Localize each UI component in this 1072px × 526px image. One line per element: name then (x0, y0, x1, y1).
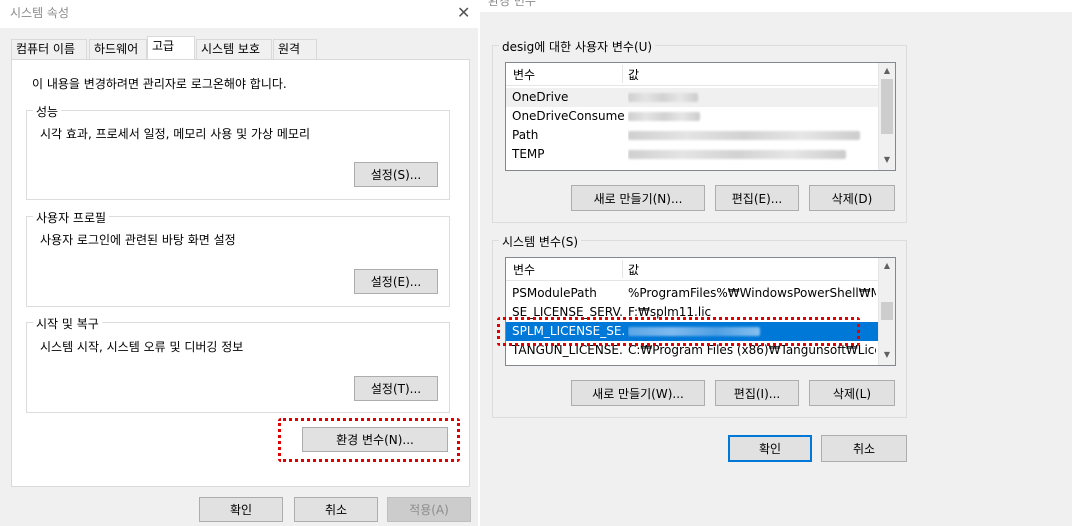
tab-advanced[interactable]: 고급 (147, 36, 195, 60)
button-label: 삭제(L) (832, 386, 872, 401)
button-label: 적용(A) (409, 503, 449, 517)
button-label: 취소 (324, 503, 348, 517)
variable-value (628, 109, 876, 123)
variable-name: OneDriveConsumer (512, 109, 624, 123)
button-label: 편집(E)... (731, 191, 783, 206)
column-header-variable[interactable]: 변수 (513, 261, 535, 278)
dialog-title: 시스템 속성 (10, 6, 70, 20)
user-profile-group: 사용자 프로필 사용자 로그인에 관련된 바탕 화면 설정 설정(E)... (26, 209, 450, 307)
user-variables-group: desig에 대한 사용자 변수(U) 변수 값 OneDrive OneDri… (492, 38, 907, 223)
user-new-button[interactable]: 새로 만들기(N)... (571, 185, 705, 211)
variable-value: %ProgramFiles%₩WindowsPowerShell₩Mo... (628, 286, 876, 300)
title-bar: 환경 변수 (480, 0, 1072, 12)
button-label: 설정(T)... (370, 382, 422, 396)
list-header: 변수 값 (506, 258, 895, 281)
list-item[interactable]: OneDriveConsumer (506, 107, 878, 126)
button-label: 새로 만들기(N)... (593, 191, 683, 206)
scroll-thumb[interactable] (881, 79, 893, 134)
scroll-up-icon[interactable]: ▲ (883, 67, 891, 75)
scroll-down-icon[interactable]: ▼ (883, 351, 891, 359)
tab-computer-name[interactable]: 컴퓨터 이름 (11, 39, 87, 60)
group-title: 시작 및 복구 (33, 315, 102, 332)
environment-variables-dialog: 환경 변수 desig에 대한 사용자 변수(U) 변수 값 OneDrive … (480, 0, 1072, 526)
tab-page: 이 내용을 변경하려면 관리자로 로그온해야 합니다. 성능 시각 효과, 프로… (11, 59, 470, 487)
user-delete-button[interactable]: 삭제(D) (809, 185, 895, 211)
user-variables-list[interactable]: 변수 값 OneDrive OneDriveConsumer Path TEMP (505, 62, 896, 171)
scroll-down-icon[interactable]: ▼ (883, 156, 891, 164)
variable-value (628, 147, 876, 161)
scroll-thumb[interactable] (881, 302, 893, 320)
scroll-up-icon[interactable]: ▲ (883, 262, 891, 270)
button-label: 설정(E)... (370, 275, 422, 289)
column-separator[interactable] (622, 65, 623, 83)
system-edit-button[interactable]: 편집(I)... (715, 380, 799, 406)
close-icon[interactable]: ✕ (457, 3, 470, 22)
group-title: desig에 대한 사용자 변수(U) (499, 38, 656, 55)
vertical-scrollbar[interactable]: ▲ ▼ (878, 63, 895, 170)
system-properties-dialog: 시스템 속성 ✕ 컴퓨터 이름 하드웨어 고급 시스템 보호 원격 이 내용을 … (0, 0, 478, 526)
ok-button[interactable]: 확인 (728, 435, 812, 462)
column-header-value[interactable]: 값 (628, 66, 639, 83)
tab-label: 고급 (152, 39, 175, 53)
system-delete-button[interactable]: 삭제(L) (809, 380, 895, 406)
dialog-title: 환경 변수 (488, 0, 536, 8)
group-title: 성능 (33, 103, 62, 120)
group-description: 사용자 로그인에 관련된 바탕 화면 설정 (40, 233, 236, 247)
cancel-button[interactable]: 취소 (821, 435, 907, 462)
group-description: 시각 효과, 프로세서 일정, 메모리 사용 및 가상 메모리 (40, 127, 310, 141)
tab-label: 컴퓨터 이름 (16, 42, 76, 56)
variable-name: TEMP (512, 147, 545, 161)
list-item[interactable]: PSModulePath %ProgramFiles%₩WindowsPower… (506, 284, 878, 303)
tab-system-protection[interactable]: 시스템 보호 (196, 39, 272, 60)
column-header-variable[interactable]: 변수 (513, 66, 535, 83)
apply-button[interactable]: 적용(A) (387, 497, 471, 522)
button-label: 취소 (852, 442, 876, 456)
tab-remote[interactable]: 원격 (273, 39, 317, 60)
performance-settings-button[interactable]: 설정(S)... (354, 162, 438, 187)
group-description: 시스템 시작, 시스템 오류 및 디버깅 정보 (40, 340, 244, 354)
tab-label: 원격 (278, 42, 301, 56)
variable-value (628, 90, 876, 104)
performance-group: 성능 시각 효과, 프로세서 일정, 메모리 사용 및 가상 메모리 설정(S)… (26, 103, 450, 200)
user-profile-settings-button[interactable]: 설정(E)... (354, 269, 438, 294)
title-bar: 시스템 속성 ✕ (0, 0, 478, 28)
button-label: 확인 (758, 442, 782, 456)
vertical-scrollbar[interactable]: ▲ ▼ (878, 258, 895, 365)
tab-hardware[interactable]: 하드웨어 (89, 39, 147, 60)
startup-settings-button[interactable]: 설정(T)... (354, 376, 438, 401)
highlight-box (278, 418, 460, 462)
variable-name: Path (512, 128, 539, 142)
system-variables-group: 시스템 변수(S) 변수 값 PSModulePath %ProgramFile… (492, 233, 907, 418)
button-label: 설정(S)... (370, 168, 422, 182)
variable-name: PSModulePath (512, 286, 597, 300)
button-label: 삭제(D) (831, 191, 873, 206)
variable-name: OneDrive (512, 90, 569, 104)
button-label: 확인 (229, 503, 253, 517)
column-separator[interactable] (622, 260, 623, 278)
user-edit-button[interactable]: 편집(E)... (715, 185, 799, 211)
column-header-value[interactable]: 값 (628, 261, 639, 278)
startup-recovery-group: 시작 및 복구 시스템 시작, 시스템 오류 및 디버깅 정보 설정(T)... (26, 315, 450, 413)
list-header: 변수 값 (506, 63, 895, 86)
variable-value (628, 128, 876, 142)
highlight-box (497, 317, 860, 346)
group-title: 시스템 변수(S) (499, 233, 581, 250)
cancel-button[interactable]: 취소 (294, 497, 378, 522)
system-new-button[interactable]: 새로 만들기(W)... (571, 380, 705, 406)
group-title: 사용자 프로필 (33, 209, 110, 226)
list-item[interactable]: TEMP (506, 145, 878, 164)
button-label: 편집(I)... (733, 386, 781, 401)
button-label: 새로 만들기(W)... (592, 386, 684, 401)
system-variables-list[interactable]: 변수 값 PSModulePath %ProgramFiles%₩Windows… (505, 257, 896, 366)
tab-label: 하드웨어 (94, 42, 139, 56)
list-item[interactable]: Path (506, 126, 878, 145)
tab-label: 시스템 보호 (201, 42, 261, 56)
admin-note: 이 내용을 변경하려면 관리자로 로그온해야 합니다. (32, 77, 287, 91)
ok-button[interactable]: 확인 (199, 497, 283, 522)
list-item[interactable]: OneDrive (506, 88, 878, 107)
